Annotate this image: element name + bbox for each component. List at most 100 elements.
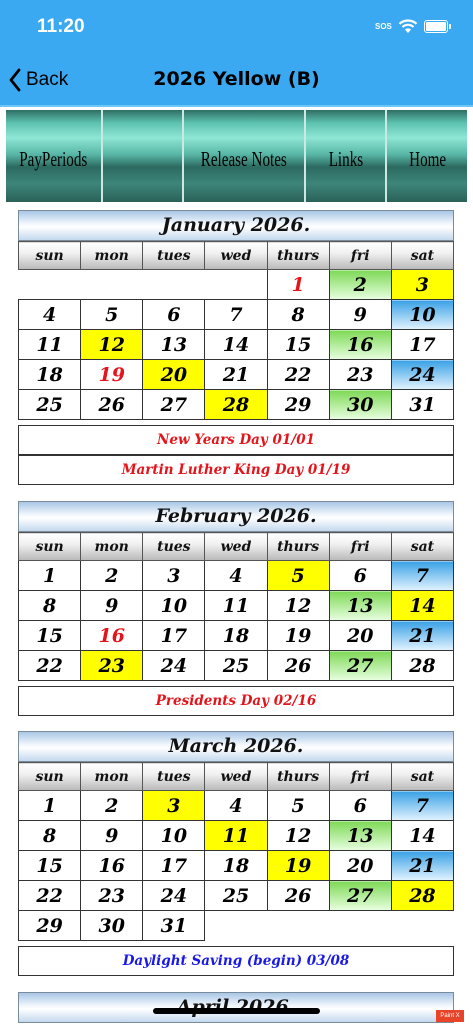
day-cell[interactable]: 22 bbox=[266, 359, 330, 390]
weekday-header: tues bbox=[142, 241, 206, 270]
day-cell[interactable]: 4 bbox=[204, 790, 268, 821]
day-cell[interactable]: 20 bbox=[142, 359, 206, 390]
day-cell[interactable]: 4 bbox=[204, 560, 268, 591]
day-cell[interactable]: 22 bbox=[17, 880, 82, 911]
day-cell[interactable]: 18 bbox=[204, 850, 268, 881]
calendar-scroll-view[interactable]: January 2026. sun mon tues wed thurs fri sat 1 2 3… bbox=[0, 204, 473, 1024]
day-cell[interactable]: 15 bbox=[266, 329, 330, 360]
week-row: 18 19 20 21 22 23 24 bbox=[17, 359, 455, 390]
day-cell[interactable]: 7 bbox=[204, 299, 268, 330]
day-cell[interactable]: 11 bbox=[204, 590, 268, 621]
day-cell[interactable]: 26 bbox=[80, 389, 144, 420]
day-cell[interactable]: 19 bbox=[80, 359, 144, 390]
day-cell[interactable]: 6 bbox=[328, 560, 392, 591]
day-cell[interactable]: 6 bbox=[328, 790, 392, 821]
tab-blank[interactable] bbox=[102, 110, 185, 202]
day-cell[interactable]: 17 bbox=[142, 620, 206, 651]
day-cell[interactable]: 24 bbox=[390, 359, 455, 390]
day-cell[interactable]: 21 bbox=[390, 620, 455, 651]
day-cell[interactable]: 3 bbox=[142, 790, 206, 821]
day-cell[interactable]: 11 bbox=[204, 820, 268, 851]
day-cell[interactable]: 8 bbox=[266, 299, 330, 330]
day-cell[interactable]: 5 bbox=[266, 560, 330, 591]
day-cell[interactable]: 13 bbox=[328, 590, 392, 621]
day-cell[interactable]: 5 bbox=[80, 299, 144, 330]
day-cell[interactable]: 2 bbox=[328, 269, 392, 300]
tab-home[interactable]: Home bbox=[387, 110, 468, 202]
day-cell[interactable]: 21 bbox=[204, 359, 268, 390]
day-cell[interactable]: 17 bbox=[390, 329, 455, 360]
status-time: 11:20 bbox=[37, 16, 85, 37]
day-cell[interactable]: 23 bbox=[80, 650, 144, 681]
day-cell[interactable]: 8 bbox=[17, 590, 82, 621]
day-cell[interactable]: 19 bbox=[266, 620, 330, 651]
day-cell[interactable]: 19 bbox=[266, 850, 330, 881]
day-cell[interactable]: 14 bbox=[204, 329, 268, 360]
day-cell[interactable]: 30 bbox=[80, 910, 144, 941]
day-cell[interactable]: 28 bbox=[390, 650, 455, 681]
day-cell[interactable]: 14 bbox=[390, 820, 455, 851]
day-cell[interactable]: 4 bbox=[17, 299, 82, 330]
day-cell[interactable]: 2 bbox=[80, 790, 144, 821]
day-cell[interactable]: 25 bbox=[204, 650, 268, 681]
day-cell[interactable]: 10 bbox=[142, 820, 206, 851]
day-cell[interactable]: 23 bbox=[328, 359, 392, 390]
day-cell[interactable]: 24 bbox=[142, 880, 206, 911]
day-cell[interactable]: 1 bbox=[266, 269, 330, 300]
day-cell[interactable]: 6 bbox=[142, 299, 206, 330]
day-cell[interactable]: 11 bbox=[17, 329, 82, 360]
day-cell[interactable]: 15 bbox=[17, 620, 82, 651]
day-cell[interactable]: 9 bbox=[80, 590, 144, 621]
day-cell[interactable]: 15 bbox=[17, 850, 82, 881]
day-cell[interactable]: 23 bbox=[80, 880, 144, 911]
day-cell[interactable]: 29 bbox=[266, 389, 330, 420]
day-cell[interactable]: 27 bbox=[328, 880, 392, 911]
day-cell[interactable]: 10 bbox=[142, 590, 206, 621]
day-cell[interactable]: 9 bbox=[80, 820, 144, 851]
day-cell[interactable]: 25 bbox=[17, 389, 82, 420]
day-cell[interactable]: 20 bbox=[328, 850, 392, 881]
day-cell[interactable]: 25 bbox=[204, 880, 268, 911]
day-cell[interactable]: 16 bbox=[80, 850, 144, 881]
day-cell[interactable]: 9 bbox=[328, 299, 392, 330]
day-cell[interactable]: 16 bbox=[328, 329, 392, 360]
day-cell[interactable]: 13 bbox=[328, 820, 392, 851]
day-cell[interactable]: 31 bbox=[390, 389, 455, 420]
day-cell[interactable]: 28 bbox=[390, 880, 455, 911]
day-cell[interactable]: 30 bbox=[328, 389, 392, 420]
day-cell[interactable]: 24 bbox=[142, 650, 206, 681]
day-cell[interactable]: 13 bbox=[142, 329, 206, 360]
day-cell[interactable]: 8 bbox=[17, 820, 82, 851]
day-cell[interactable]: 18 bbox=[17, 359, 82, 390]
day-cell[interactable]: 1 bbox=[17, 790, 82, 821]
day-cell[interactable]: 22 bbox=[17, 650, 82, 681]
day-cell[interactable]: 28 bbox=[204, 389, 268, 420]
day-cell[interactable]: 7 bbox=[390, 560, 455, 591]
day-cell[interactable]: 5 bbox=[266, 790, 330, 821]
day-cell[interactable]: 10 bbox=[390, 299, 455, 330]
day-cell[interactable]: 27 bbox=[328, 650, 392, 681]
day-cell[interactable]: 18 bbox=[204, 620, 268, 651]
day-cell[interactable]: 12 bbox=[266, 820, 330, 851]
weekday-header: fri bbox=[328, 532, 392, 561]
day-cell[interactable]: 26 bbox=[266, 880, 330, 911]
day-cell[interactable]: 14 bbox=[390, 590, 455, 621]
day-cell[interactable]: 20 bbox=[328, 620, 392, 651]
day-cell[interactable]: 21 bbox=[390, 850, 455, 881]
day-cell[interactable]: 12 bbox=[266, 590, 330, 621]
day-cell[interactable]: 3 bbox=[390, 269, 455, 300]
day-cell[interactable]: 27 bbox=[142, 389, 206, 420]
day-cell[interactable]: 26 bbox=[266, 650, 330, 681]
tab-payperiods[interactable]: PayPeriods bbox=[6, 110, 103, 202]
tab-links[interactable]: Links bbox=[305, 110, 388, 202]
day-cell[interactable]: 2 bbox=[80, 560, 144, 591]
tab-release-notes[interactable]: Release Notes bbox=[184, 110, 306, 202]
day-cell[interactable]: 7 bbox=[390, 790, 455, 821]
day-cell[interactable]: 31 bbox=[142, 910, 206, 941]
day-cell[interactable]: 17 bbox=[142, 850, 206, 881]
day-cell[interactable]: 16 bbox=[80, 620, 144, 651]
day-cell[interactable]: 3 bbox=[142, 560, 206, 591]
day-cell[interactable]: 1 bbox=[17, 560, 82, 591]
day-cell[interactable]: 29 bbox=[17, 910, 82, 941]
day-cell[interactable]: 12 bbox=[80, 329, 144, 360]
